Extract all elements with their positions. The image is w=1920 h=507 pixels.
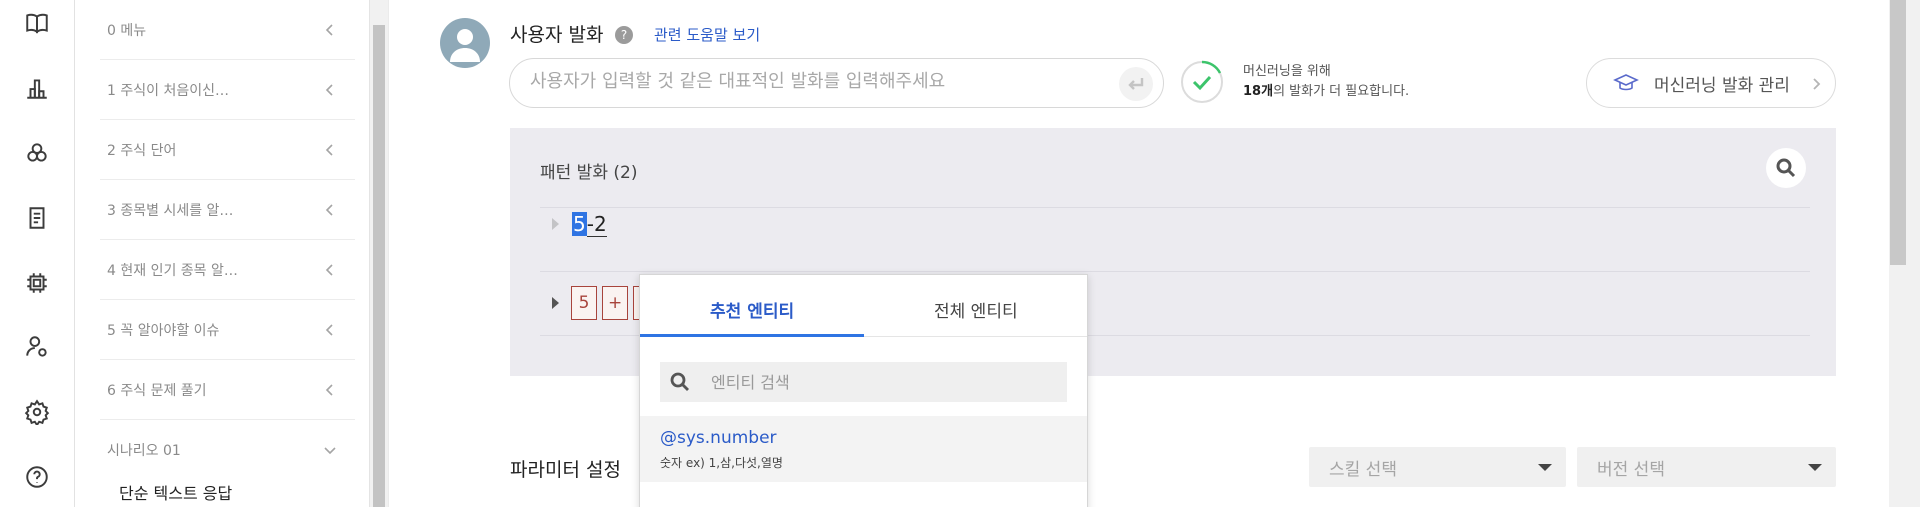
entity-name: @sys.number (660, 428, 777, 448)
ml-manage-button[interactable]: 머신러닝 발화 관리 (1586, 58, 1836, 108)
cluster-icon[interactable] (22, 138, 52, 168)
menu-item-label: 4 현재 인기 종목 알… (107, 262, 238, 279)
enter-button[interactable] (1119, 67, 1153, 101)
pattern-title: 패턴 발화 (2) (540, 163, 638, 183)
menu-item-label: 1 주식이 처음이신… (107, 82, 229, 99)
document-icon[interactable] (22, 203, 52, 233)
chevron-left-icon (323, 202, 337, 216)
gear-icon[interactable] (22, 397, 52, 427)
ml-status-rest: 의 발화가 더 필요합니다. (1273, 84, 1410, 99)
entity-popup: 추천 엔티티 전체 엔티티 @sys.number 숫자 ex) 1,삼,다섯,… (639, 274, 1088, 507)
help-circle-icon[interactable] (22, 462, 52, 492)
help-question-icon[interactable]: ? (615, 26, 633, 44)
expand-triangle-icon[interactable] (552, 218, 559, 230)
caret-down-icon (1808, 464, 1822, 471)
sidebar-scrollbar[interactable] (370, 0, 388, 507)
entity-description: 숫자 ex) 1,삼,다섯,열명 (660, 456, 783, 470)
chip-icon[interactable] (22, 268, 52, 298)
skill-select[interactable]: 스킬 선택 (1309, 447, 1566, 487)
version-select-label: 버전 선택 (1597, 459, 1665, 480)
submenu-item[interactable]: 단순 텍스트 응답 (119, 480, 232, 504)
search-icon (1776, 158, 1796, 178)
bar-chart-icon[interactable] (22, 73, 52, 103)
selected-text[interactable]: 5 (572, 212, 587, 236)
pattern-row[interactable]: 5 -2 (540, 204, 607, 244)
scenario-sidebar: 0 메뉴 1 주식이 처음이신… 2 주식 단어 3 종목별 시세를 알… 4 … (75, 0, 370, 507)
chevron-left-icon (323, 322, 337, 336)
divider (540, 207, 1810, 208)
caret-down-icon (1538, 464, 1552, 471)
menu-item-1[interactable]: 1 주식이 처음이신… (100, 60, 355, 120)
menu-item-3[interactable]: 3 종목별 시세를 알… (100, 180, 355, 240)
menu-item-label: 5 꼭 알아야할 이슈 (107, 322, 220, 339)
tab-recommended-entity[interactable]: 추천 엔티티 (710, 297, 794, 322)
chevron-down-icon (323, 442, 337, 456)
utterance-input[interactable] (530, 71, 1090, 92)
entity-token[interactable]: + (602, 286, 629, 320)
chevron-left-icon (323, 142, 337, 156)
menu-item-7[interactable]: 시나리오 01 (100, 420, 355, 480)
chevron-left-icon (323, 262, 337, 276)
icon-rail (0, 0, 75, 507)
divider (540, 271, 1810, 272)
ml-progress-ring (1181, 60, 1223, 103)
chevron-left-icon (323, 382, 337, 396)
pattern-search-button[interactable] (1766, 148, 1806, 188)
search-icon (670, 372, 689, 391)
ml-count: 18개 (1243, 84, 1274, 99)
menu-item-2[interactable]: 2 주식 단어 (100, 120, 355, 180)
entity-search-box (660, 362, 1067, 402)
ml-status-line1: 머신러닝을 위해 (1243, 64, 1331, 79)
book-icon[interactable] (22, 8, 52, 38)
menu-item-label: 0 메뉴 (107, 22, 147, 39)
version-select[interactable]: 버전 선택 (1577, 447, 1836, 487)
entity-tabs: 추천 엔티티 전체 엔티티 (640, 275, 1087, 337)
menu-item-6[interactable]: 6 주식 문제 풀기 (100, 360, 355, 420)
ml-manage-label: 머신러닝 발화 관리 (1654, 75, 1790, 96)
chevron-right-icon (1809, 76, 1823, 95)
pattern-text[interactable]: -2 (586, 212, 607, 237)
help-link[interactable]: 관련 도움말 보기 (654, 24, 760, 45)
entity-token[interactable]: 5 (571, 286, 597, 320)
user-avatar-icon (440, 18, 490, 68)
chevron-left-icon (323, 82, 337, 96)
menu-item-0[interactable]: 0 메뉴 (100, 0, 355, 60)
ml-status-line2: 18개의 발화가 더 필요합니다. (1243, 82, 1409, 102)
utterance-input-box (509, 58, 1164, 108)
parameter-settings-title: 파라미터 설정 (510, 459, 621, 481)
ml-status-text: 머신러닝을 위해 18개의 발화가 더 필요합니다. (1243, 62, 1409, 102)
menu-item-4[interactable]: 4 현재 인기 종목 알… (100, 240, 355, 300)
active-tab-indicator (640, 334, 864, 337)
graduation-cap-icon (1613, 70, 1639, 96)
entity-search-input[interactable] (711, 372, 1051, 392)
tab-all-entity[interactable]: 전체 엔티티 (934, 297, 1018, 322)
menu-item-label: 6 주식 문제 풀기 (107, 382, 207, 399)
scrollbar-thumb[interactable] (1890, 0, 1906, 265)
skill-select-label: 스킬 선택 (1329, 459, 1397, 480)
main-scrollbar[interactable] (1889, 0, 1920, 507)
entity-option[interactable]: @sys.number 숫자 ex) 1,삼,다섯,열명 (640, 416, 1087, 482)
menu-item-label: 시나리오 01 (107, 443, 181, 459)
menu-item-label: 2 주식 단어 (107, 142, 177, 159)
chevron-left-icon (323, 22, 337, 36)
user-settings-icon[interactable] (22, 332, 52, 362)
menu-item-5[interactable]: 5 꼭 알아야할 이슈 (100, 300, 355, 360)
section-title: 사용자 발화 (510, 24, 604, 46)
expand-triangle-icon[interactable] (552, 297, 559, 309)
menu-item-label: 3 종목별 시세를 알… (107, 202, 234, 219)
scrollbar-thumb[interactable] (373, 25, 385, 507)
enter-icon (1128, 78, 1144, 90)
